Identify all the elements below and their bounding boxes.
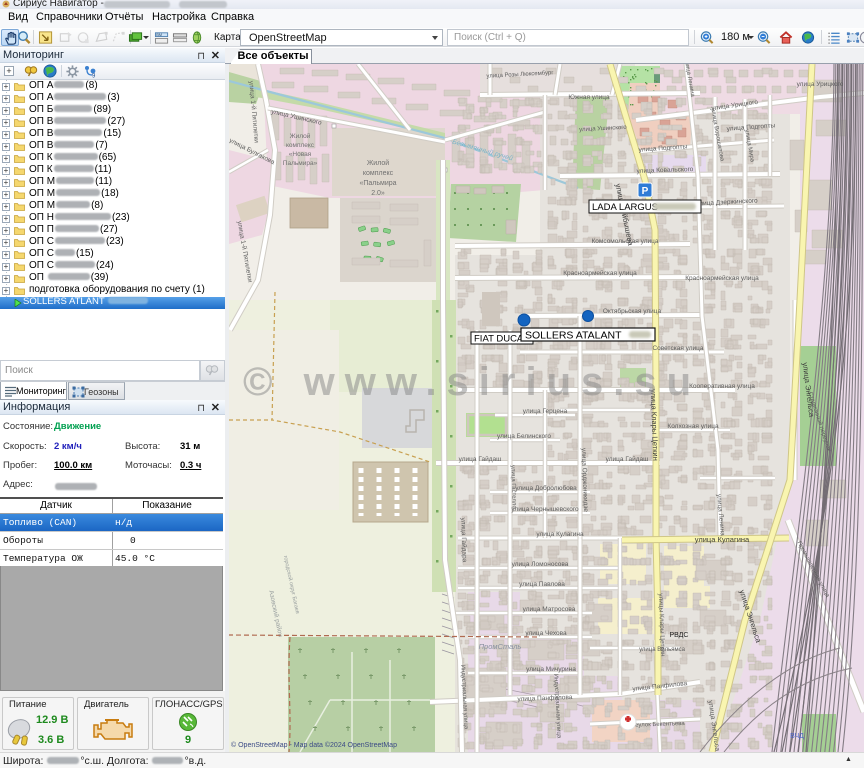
svg-text:Пальмира»: Пальмира» (283, 160, 318, 167)
svg-text:Советская улица: Советская улица (652, 345, 703, 352)
svg-text:«Новая: «Новая (289, 151, 312, 158)
svg-text:РВДС: РВДС (670, 632, 689, 639)
svg-text:ВЧД: ВЧД (790, 733, 804, 740)
svg-text:ПромСталь: ПромСталь (479, 642, 522, 651)
svg-text:«Пальмира: «Пальмира (359, 180, 396, 187)
svg-text:улица Белинского: улица Белинского (497, 433, 551, 440)
svg-text:Колхозная улица: Колхозная улица (667, 423, 719, 430)
svg-text:SOLLERS ATALANT: SOLLERS ATALANT (525, 330, 622, 342)
svg-text:© www.sirius.su: © www.sirius.su (243, 360, 701, 404)
svg-text:улица Матросова: улица Матросова (523, 606, 576, 613)
svg-text:Южная улица: Южная улица (568, 94, 610, 101)
svg-text:улица Гайдаш: улица Гайдаш (606, 455, 649, 463)
svg-text:улица Мичурина: улица Мичурина (526, 666, 576, 673)
svg-text:улица Кулагина: улица Кулагина (695, 535, 750, 544)
svg-text:улица Герцена: улица Герцена (523, 408, 568, 415)
svg-text:комплекс: комплекс (363, 170, 394, 177)
svg-text:улица Добролюбова: улица Добролюбова (515, 484, 577, 492)
svg-text:Красноармейская улица: Красноармейская улица (563, 269, 637, 277)
svg-text:улица Гайдаш: улица Гайдаш (459, 455, 502, 463)
svg-text:LADA LARGUS: LADA LARGUS (592, 202, 658, 213)
svg-text:улица Гайдара: улица Гайдара (459, 517, 469, 562)
svg-text:Жилой: Жилой (367, 159, 389, 167)
svg-text:улица Павлова: улица Павлова (519, 581, 565, 588)
svg-text:улица Чернышевского: улица Чернышевского (511, 506, 579, 513)
svg-text:2.0»: 2.0» (371, 190, 385, 197)
svg-text:P: P (642, 186, 649, 197)
svg-text:9: 9 (92, 74, 96, 79)
svg-text:улица Кулагина: улица Кулагина (536, 531, 584, 538)
svg-text:© OpenStreetMap - Map data ©20: © OpenStreetMap - Map data ©2024 OpenStr… (231, 741, 397, 749)
svg-text:BM: BM (156, 33, 162, 37)
svg-text:улица Урицкого: улица Урицкого (797, 81, 844, 88)
svg-text:Красноармейская улица: Красноармейская улица (685, 274, 759, 282)
svg-text:Октябрьская улица: Октябрьская улица (603, 307, 662, 315)
svg-text:Жилой: Жилой (290, 132, 311, 140)
svg-text:комплекс: комплекс (286, 142, 315, 149)
svg-text:улица Ломоносова: улица Ломоносова (512, 561, 569, 568)
svg-text:улица Чехова: улица Чехова (525, 630, 567, 637)
